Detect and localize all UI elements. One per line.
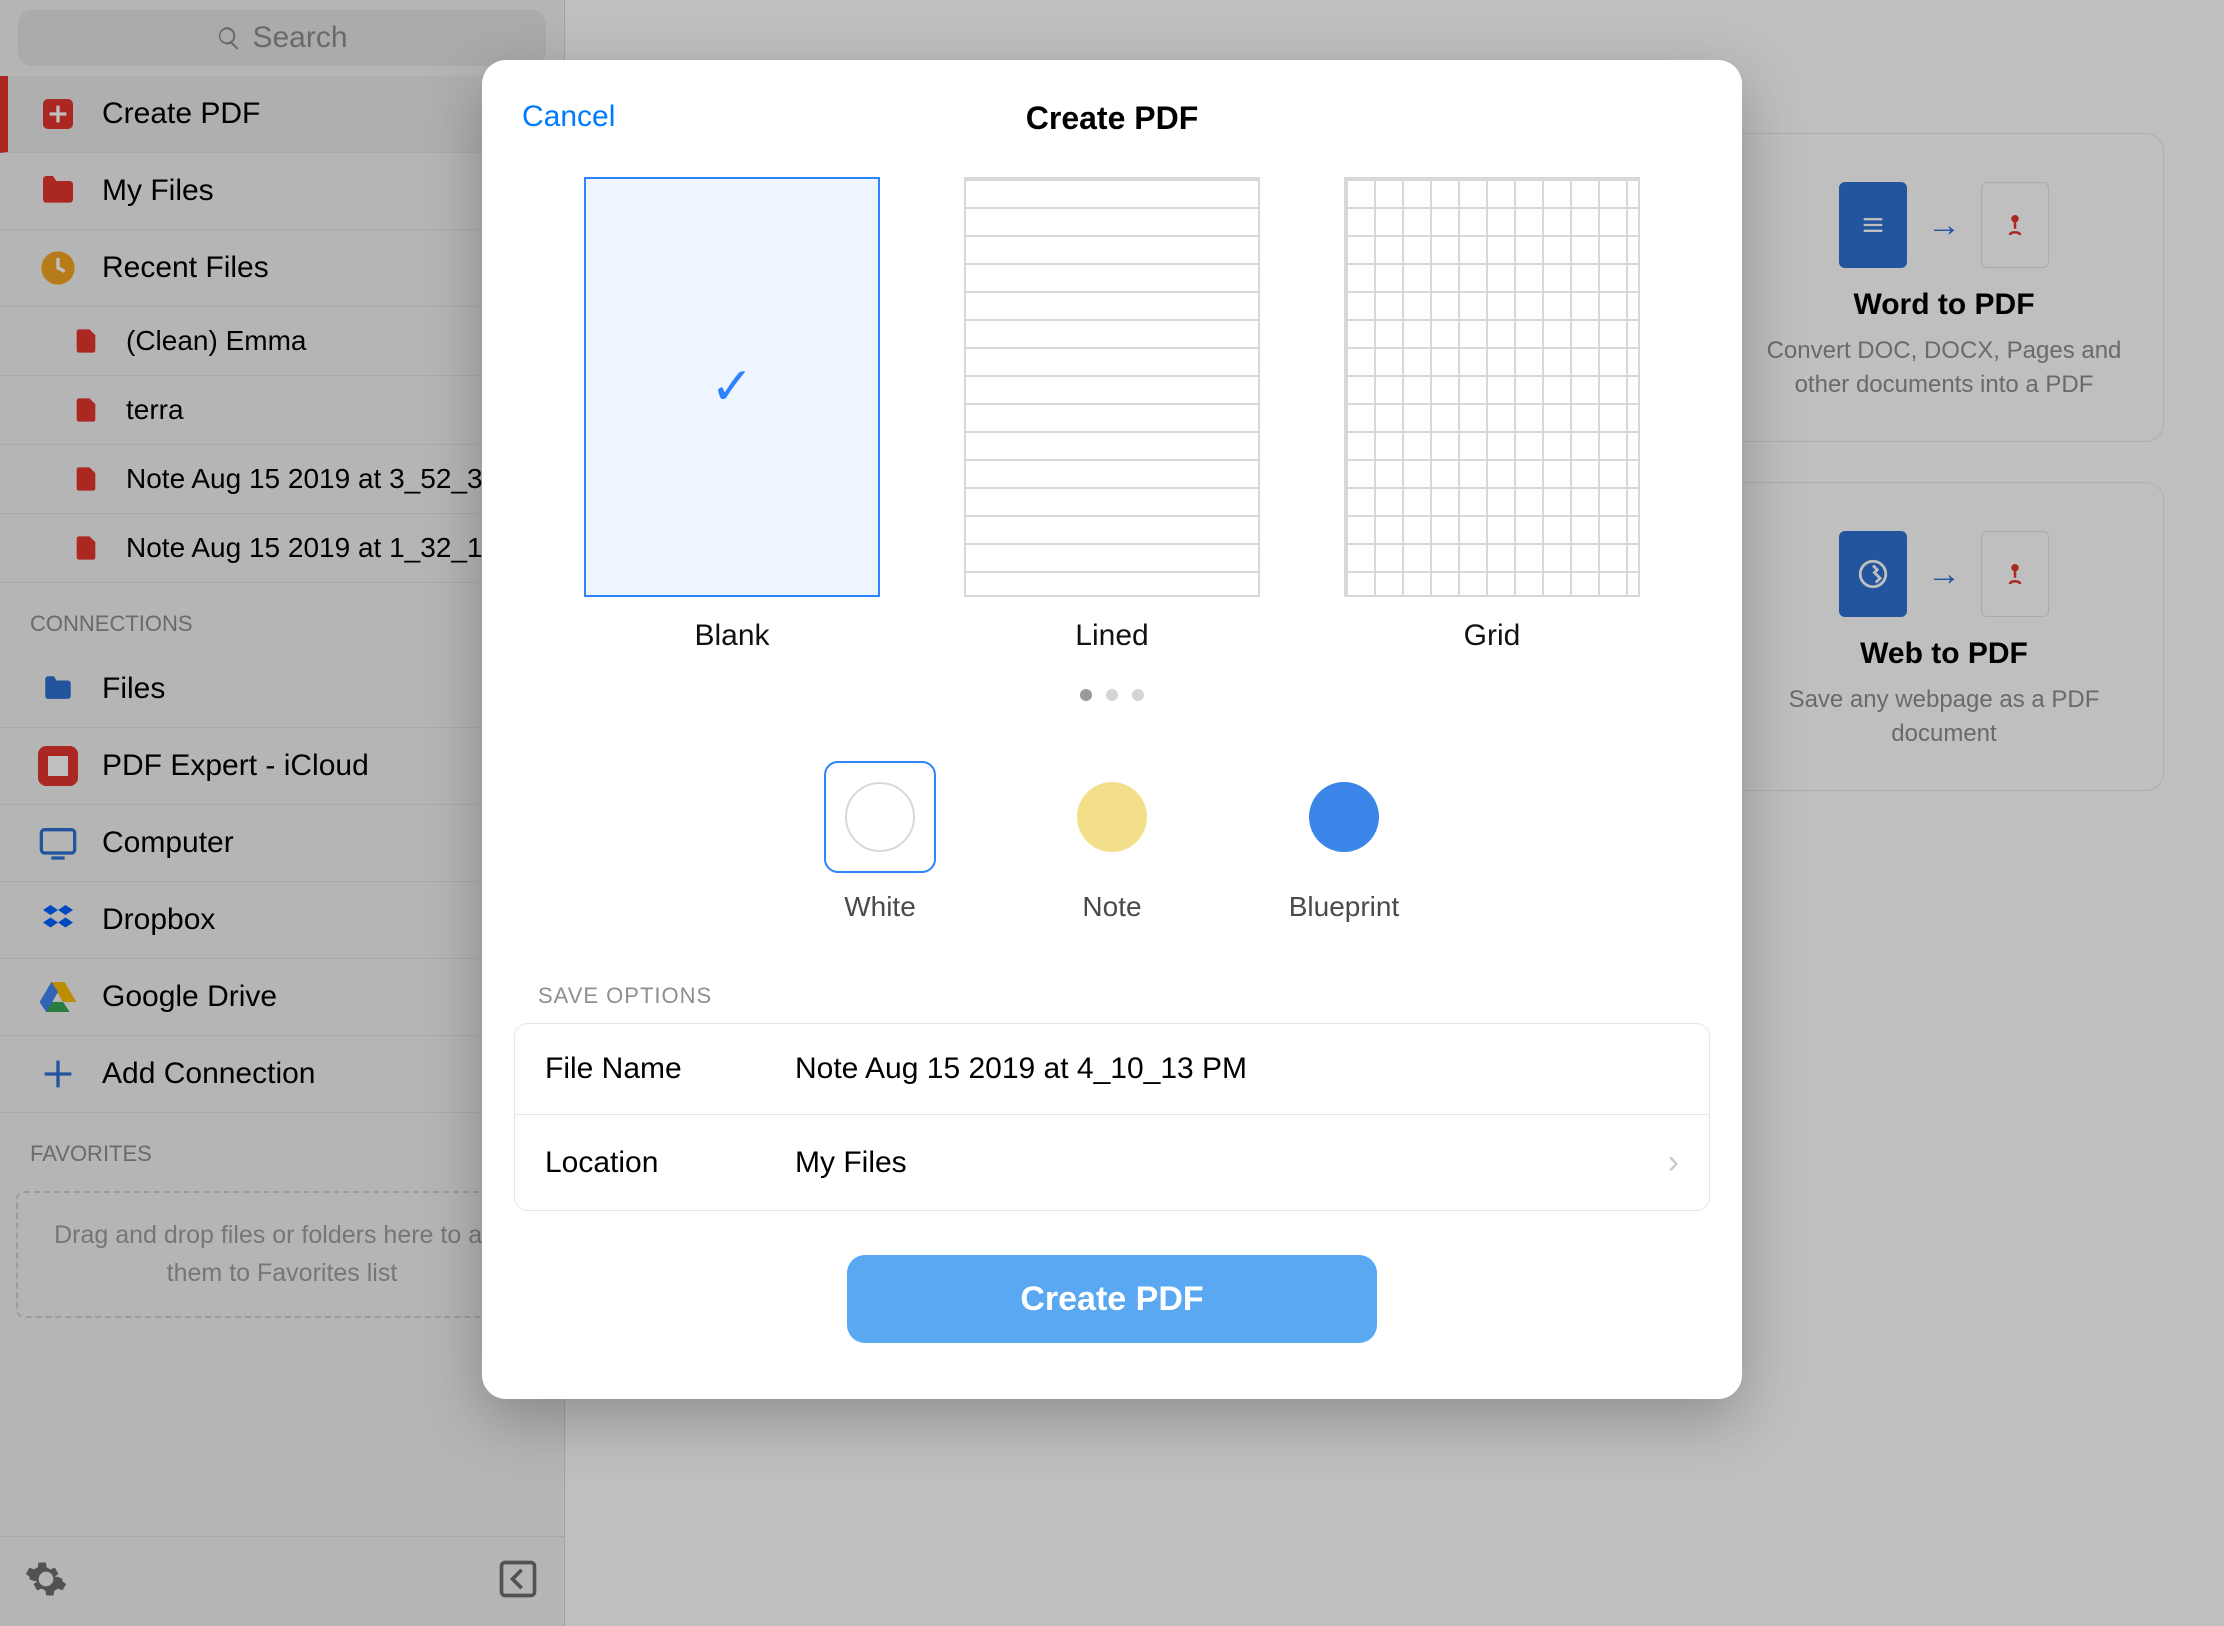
color-swatch-icon [1309, 782, 1379, 852]
file-name-label: File Name [545, 1052, 795, 1086]
color-label: Blueprint [1288, 891, 1400, 923]
color-note[interactable]: Note [1056, 761, 1168, 923]
check-icon: ✓ [710, 357, 754, 417]
cancel-button[interactable]: Cancel [522, 100, 615, 134]
create-pdf-button[interactable]: Create PDF [847, 1255, 1377, 1343]
modal-title: Create PDF [1026, 100, 1199, 137]
create-pdf-modal: Cancel Create PDF ✓ Blank Lined Grid [482, 60, 1742, 1399]
template-lined[interactable]: Lined [964, 177, 1260, 653]
template-blank[interactable]: ✓ Blank [584, 177, 880, 653]
template-preview-blank: ✓ [584, 177, 880, 597]
modal-header: Cancel Create PDF [482, 100, 1742, 177]
modal-overlay: Cancel Create PDF ✓ Blank Lined Grid [0, 0, 2224, 1626]
save-options: File Name Location My Files › [514, 1023, 1710, 1211]
template-grid[interactable]: Grid [1344, 177, 1640, 653]
page-indicator [482, 689, 1742, 701]
color-label: White [824, 891, 936, 923]
template-label: Blank [584, 619, 880, 653]
template-label: Lined [964, 619, 1260, 653]
template-preview-grid [1344, 177, 1640, 597]
location-row[interactable]: Location My Files › [515, 1114, 1709, 1210]
color-white[interactable]: White [824, 761, 936, 923]
template-picker: ✓ Blank Lined Grid [482, 177, 1742, 653]
color-swatch-icon [1077, 782, 1147, 852]
location-value: My Files [795, 1146, 1668, 1180]
color-blueprint[interactable]: Blueprint [1288, 761, 1400, 923]
template-preview-lined [964, 177, 1260, 597]
chevron-right-icon: › [1668, 1143, 1679, 1182]
color-label: Note [1056, 891, 1168, 923]
file-name-input[interactable] [795, 1052, 1679, 1086]
file-name-row: File Name [515, 1024, 1709, 1114]
save-options-label: SAVE OPTIONS [482, 923, 1742, 1023]
template-label: Grid [1344, 619, 1640, 653]
page-dot[interactable] [1106, 689, 1118, 701]
color-swatch-icon [845, 782, 915, 852]
color-picker: White Note Blueprint [482, 761, 1742, 923]
page-dot[interactable] [1132, 689, 1144, 701]
location-label: Location [545, 1146, 795, 1180]
page-dot[interactable] [1080, 689, 1092, 701]
